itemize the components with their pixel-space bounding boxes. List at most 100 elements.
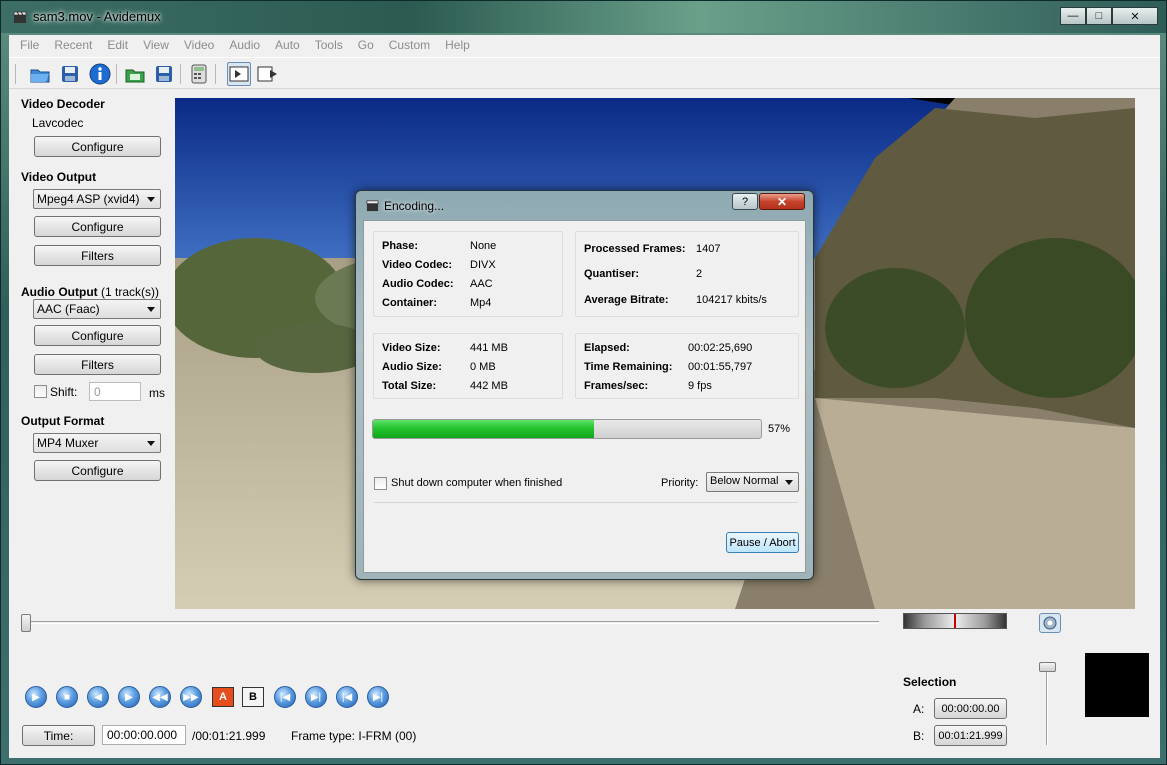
priority-select[interactable]: Below Normal <box>706 472 799 492</box>
audio-encoder-select[interactable]: AAC (Faac) <box>33 299 161 319</box>
open-folder-icon[interactable] <box>28 62 52 86</box>
volume-slider-handle[interactable] <box>1039 662 1056 672</box>
time-remaining-label: Time Remaining: <box>584 361 673 373</box>
jog-marker <box>954 614 956 628</box>
encoding-progress-bar <box>372 419 762 439</box>
chevron-down-icon <box>147 441 155 446</box>
open-video-icon[interactable] <box>123 62 147 86</box>
timeline-track[interactable] <box>27 621 879 624</box>
save-icon[interactable] <box>58 62 82 86</box>
input-preview-icon[interactable] <box>227 62 251 86</box>
progress-fill <box>373 420 595 438</box>
selection-a-label: A: <box>913 702 925 716</box>
set-marker-b-button[interactable]: B <box>242 687 264 707</box>
audio-filters-button[interactable]: Filters <box>34 354 161 375</box>
video-output-heading: Video Output <box>21 170 97 184</box>
selection-b-value[interactable]: 00:01:21.999 <box>934 725 1007 746</box>
pause-abort-button[interactable]: Pause / Abort <box>726 532 799 553</box>
menu-edit[interactable]: Edit <box>100 35 136 56</box>
video-encoder-select[interactable]: Mpeg4 ASP (xvid4) <box>33 189 161 209</box>
next-keyframe-icon[interactable]: ▶▶ <box>180 686 202 708</box>
shift-checkbox[interactable] <box>34 385 47 398</box>
clapperboard-icon <box>13 11 27 23</box>
stop-icon[interactable]: ■ <box>56 686 78 708</box>
close-button[interactable]: ✕ <box>1112 7 1158 25</box>
time-remaining-value: 00:01:55,797 <box>688 361 753 373</box>
quantiser-label: Quantiser: <box>584 268 640 280</box>
next-frame-icon[interactable]: ▶ <box>118 686 140 708</box>
volume-icon[interactable] <box>1039 613 1061 633</box>
muxer-configure-button[interactable]: Configure <box>34 460 161 481</box>
container-label: Container: <box>382 297 437 309</box>
toolbar <box>9 57 1160 89</box>
main-client-area: File Recent Edit View Video Audio Auto T… <box>9 35 1160 758</box>
audio-size-label: Audio Size: <box>382 361 442 373</box>
timing-group: Elapsed: 00:02:25,690 Time Remaining: 00… <box>575 333 799 399</box>
previous-keyframe-icon[interactable]: ◀◀ <box>149 686 171 708</box>
menu-video[interactable]: Video <box>177 35 222 56</box>
current-time-field[interactable]: 00:00:00.000 <box>102 725 186 745</box>
minimize-button[interactable]: — <box>1060 7 1086 25</box>
total-time: /00:01:21.999 <box>192 729 266 743</box>
help-button[interactable]: ? <box>732 193 758 210</box>
video-decoder-heading: Video Decoder <box>21 97 105 111</box>
menu-bar: File Recent Edit View Video Audio Auto T… <box>9 35 1160 56</box>
menu-custom[interactable]: Custom <box>382 35 438 56</box>
volume-slider-track[interactable] <box>1046 663 1048 745</box>
encoding-stats-group: Processed Frames: 1407 Quantiser: 2 Aver… <box>575 231 799 317</box>
play-icon[interactable]: ▶ <box>25 686 47 708</box>
timeline-handle[interactable] <box>21 614 31 632</box>
menu-view[interactable]: View <box>136 35 177 56</box>
toolbar-separator <box>180 64 181 84</box>
menu-auto[interactable]: Auto <box>268 35 308 56</box>
audio-track-count: (1 track(s)) <box>100 285 159 299</box>
dialog-close-button[interactable]: ✕ <box>759 193 805 210</box>
size-group: Video Size: 441 MB Audio Size: 0 MB Tota… <box>373 333 563 399</box>
video-filters-button[interactable]: Filters <box>34 245 161 266</box>
shift-label: Shift: <box>50 385 78 399</box>
decoder-configure-button[interactable]: Configure <box>34 136 161 157</box>
menu-file[interactable]: File <box>13 35 47 56</box>
jog-shuttle[interactable] <box>903 613 1007 629</box>
goto-end-icon[interactable]: ▶| <box>367 686 389 708</box>
frames-per-sec-label: Frames/sec: <box>584 380 649 392</box>
menu-help[interactable]: Help <box>438 35 478 56</box>
selection-a-value[interactable]: 00:00:00.00 <box>934 698 1007 719</box>
menu-tools[interactable]: Tools <box>308 35 351 56</box>
frames-per-sec-value: 9 fps <box>688 380 712 392</box>
set-marker-a-button[interactable]: A <box>212 687 234 707</box>
title-bar[interactable]: sam3.mov - Avidemux — □ ✕ <box>1 1 1166 33</box>
time-button[interactable]: Time: <box>22 725 95 746</box>
shift-spinbox[interactable]: 0 <box>89 382 141 401</box>
processed-frames-value: 1407 <box>696 243 721 255</box>
menu-audio[interactable]: Audio <box>222 35 268 56</box>
window-title: sam3.mov - Avidemux <box>33 9 161 24</box>
save-video-icon[interactable] <box>152 62 176 86</box>
shutdown-label: Shut down computer when finished <box>391 477 563 489</box>
goto-marker-b-icon[interactable]: ▶| <box>305 686 327 708</box>
info-icon[interactable] <box>88 62 112 86</box>
maximize-button[interactable]: □ <box>1086 7 1112 25</box>
muxer-select[interactable]: MP4 Muxer <box>33 433 161 453</box>
menu-recent[interactable]: Recent <box>47 35 100 56</box>
menu-go[interactable]: Go <box>351 35 382 56</box>
dialog-body: Phase: None Video Codec: DIVX Audio Code… <box>363 220 806 573</box>
audio-output-heading: Audio Output (1 track(s)) <box>21 285 159 299</box>
mini-preview <box>1085 653 1149 717</box>
video-size-label: Video Size: <box>382 342 441 354</box>
output-preview-icon[interactable] <box>256 62 280 86</box>
decoder-name: Lavcodec <box>32 116 84 130</box>
goto-start-icon[interactable]: |◀ <box>336 686 358 708</box>
encoding-dialog: Encoding... ? ✕ Phase: None Video Codec:… <box>355 190 814 580</box>
calculator-icon[interactable] <box>187 62 211 86</box>
toolbar-separator <box>116 64 117 84</box>
goto-marker-a-icon[interactable]: |◀ <box>274 686 296 708</box>
muxer-value: MP4 Muxer <box>37 436 99 450</box>
shutdown-checkbox[interactable] <box>374 477 387 490</box>
total-size-value: 442 MB <box>470 380 508 392</box>
shift-unit: ms <box>149 386 165 400</box>
audio-configure-button[interactable]: Configure <box>34 325 161 346</box>
previous-frame-icon[interactable]: ◀ <box>87 686 109 708</box>
toolbar-separator <box>15 64 16 84</box>
video-configure-button[interactable]: Configure <box>34 216 161 237</box>
